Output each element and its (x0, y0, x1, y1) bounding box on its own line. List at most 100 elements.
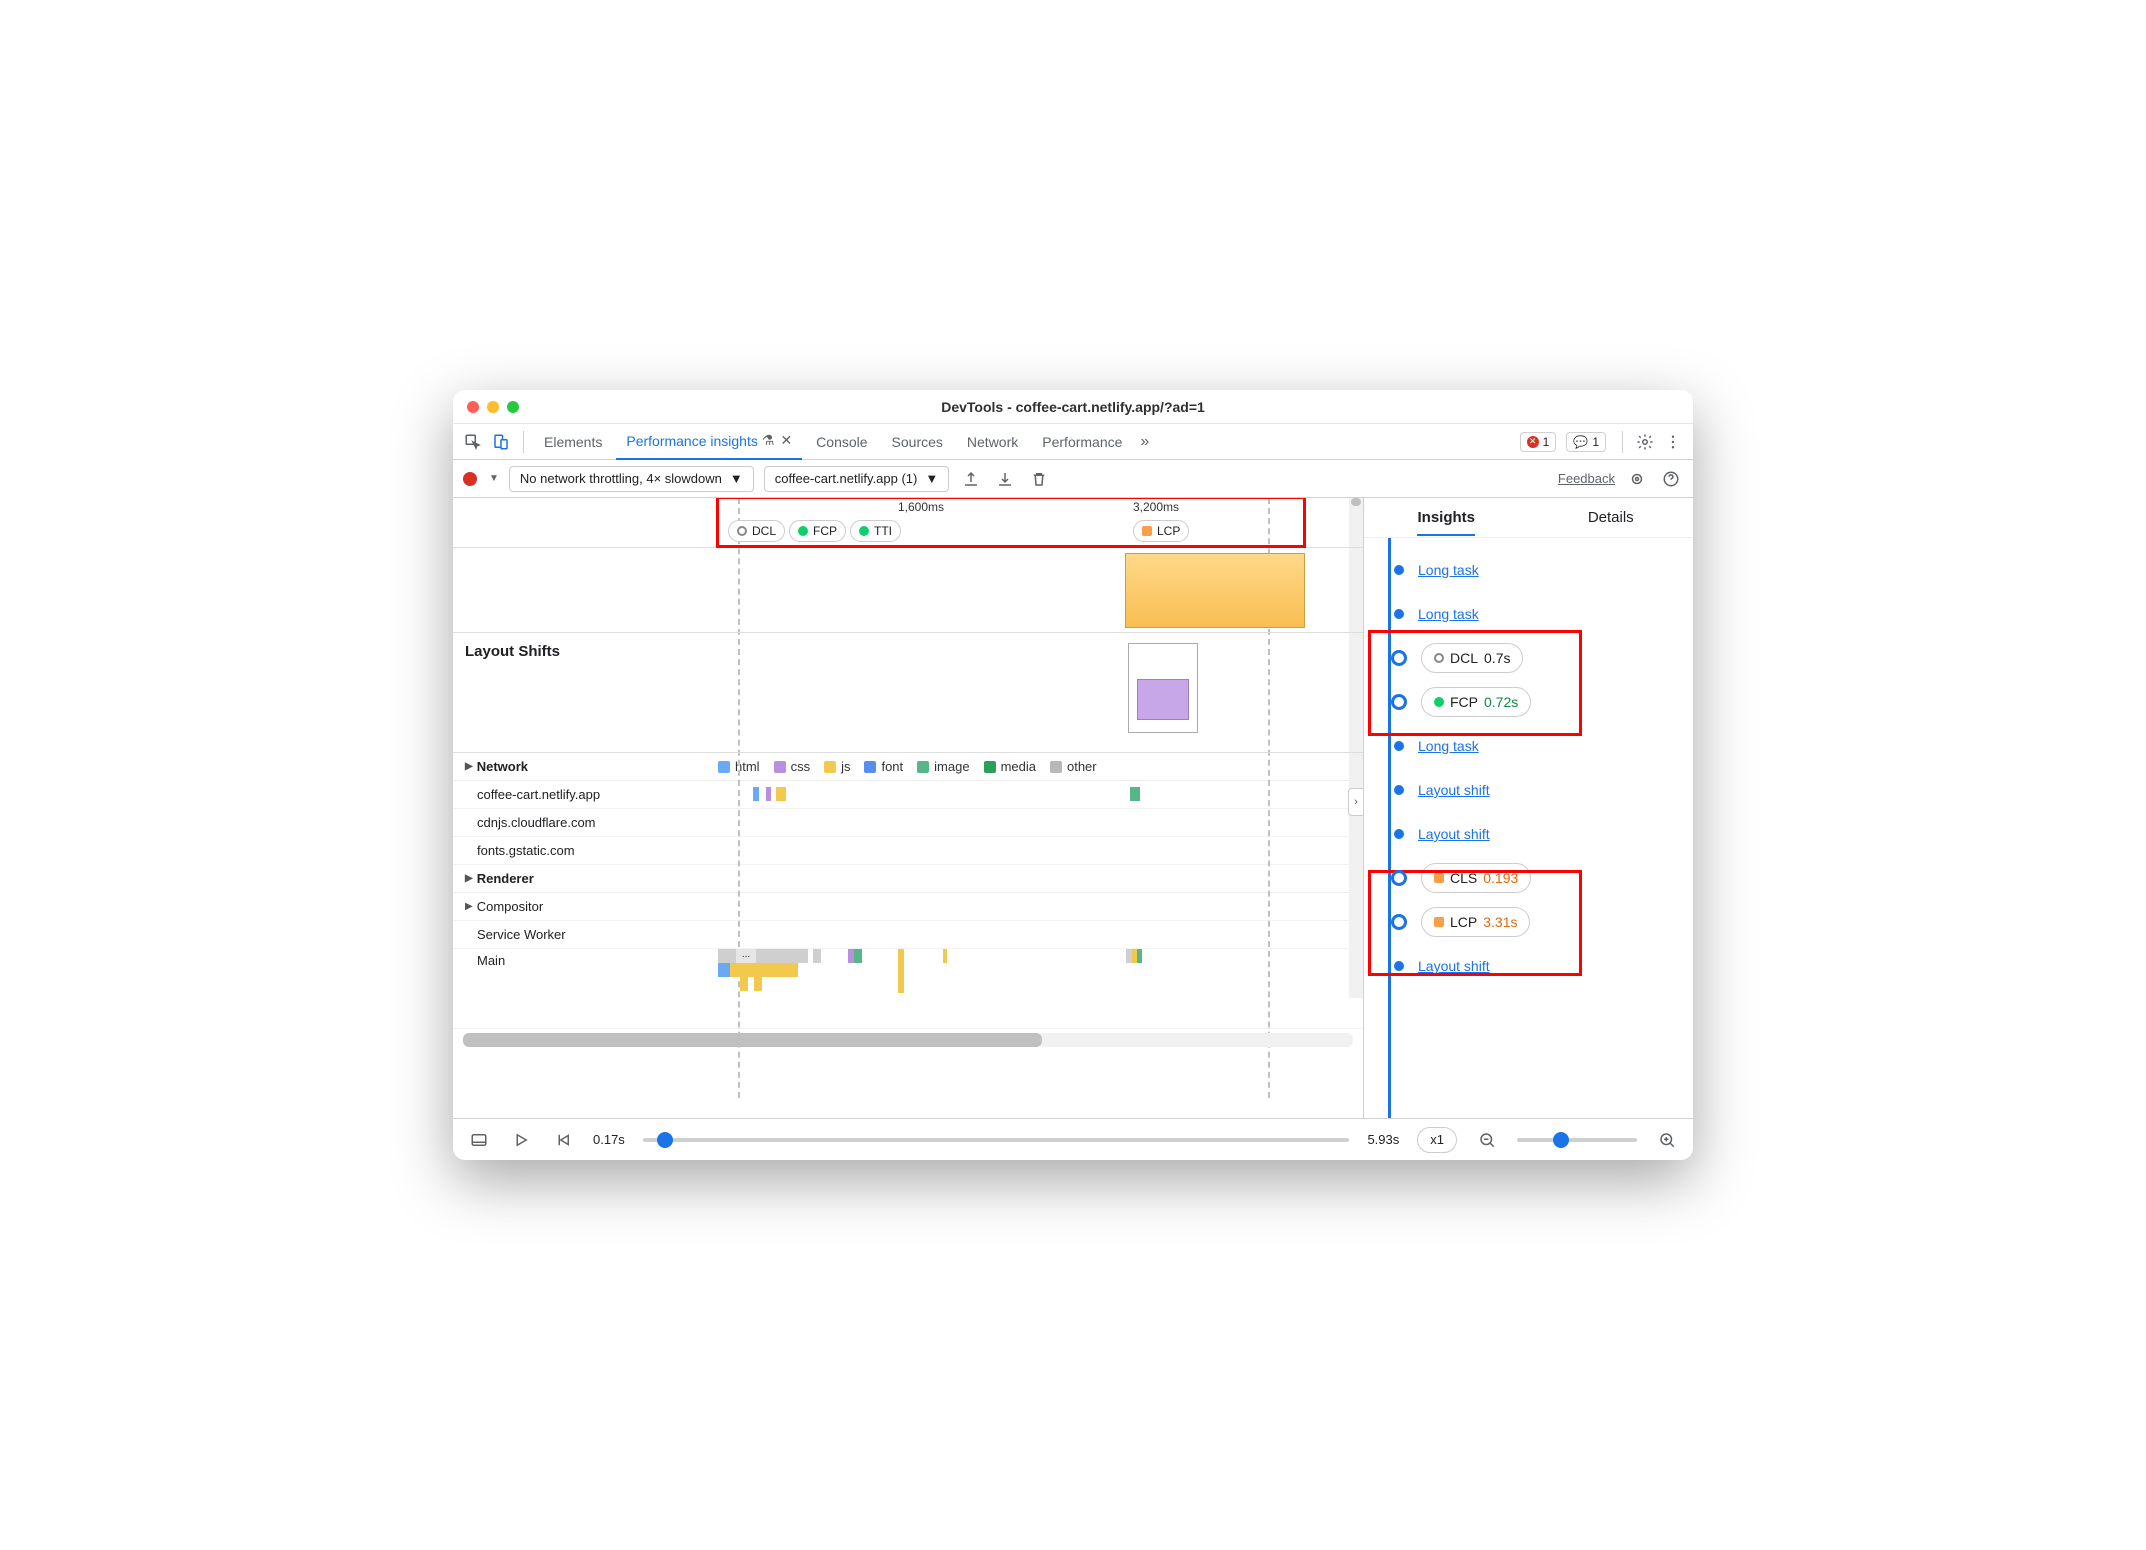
settings-icon[interactable] (1633, 430, 1657, 454)
timeline-marker-chip[interactable]: LCP (1133, 520, 1189, 542)
legend-swatch (864, 761, 876, 773)
import-icon[interactable] (993, 467, 1017, 491)
insight-metric-chip[interactable]: FCP0.72s (1421, 687, 1531, 717)
titlebar: DevTools - coffee-cart.netlify.app/?ad=1 (453, 390, 1693, 424)
timeline-area: 1,600ms 3,200ms DCL FCP TTI LCP (453, 498, 1363, 1118)
disclosure-triangle-icon[interactable]: ▶ (465, 901, 473, 912)
insight-item: LCP3.31s (1374, 900, 1679, 944)
help-icon[interactable] (1659, 467, 1683, 491)
throttling-select[interactable]: No network throttling, 4× slowdown ▼ (509, 466, 754, 492)
inspect-element-icon[interactable] (461, 430, 485, 454)
legend-swatch (917, 761, 929, 773)
screenshot-thumbnail[interactable] (1125, 553, 1305, 628)
section-label-renderer: Renderer (477, 871, 534, 886)
error-icon: ✕ (1527, 436, 1539, 448)
record-options-caret[interactable]: ▼ (489, 473, 499, 484)
timeline-dot-icon (1391, 914, 1407, 930)
tab-console[interactable]: Console (806, 424, 877, 460)
caret-down-icon: ▼ (730, 471, 743, 486)
devtools-window: DevTools - coffee-cart.netlify.app/?ad=1… (453, 390, 1693, 1160)
insight-item: FCP0.72s (1374, 680, 1679, 724)
legend-item: image (917, 759, 969, 774)
playbar-start-time: 0.17s (593, 1132, 625, 1147)
timeline-slider[interactable] (643, 1138, 1350, 1142)
tab-elements[interactable]: Elements (534, 424, 612, 460)
kebab-menu-icon[interactable] (1661, 430, 1685, 454)
insight-link[interactable]: Layout shift (1418, 826, 1490, 842)
device-toolbar-icon[interactable] (489, 430, 513, 454)
renderer-header: ▶ Renderer (453, 865, 1363, 893)
recording-select[interactable]: coffee-cart.netlify.app (1) ▼ (764, 466, 949, 492)
record-button[interactable] (463, 472, 477, 486)
playback-speed-select[interactable]: x1 (1417, 1127, 1457, 1153)
insight-item: CLS0.193 (1374, 856, 1679, 900)
network-header: ▶ Network htmlcssjsfontimagemediaother (453, 753, 1363, 781)
zoom-in-icon[interactable] (1655, 1128, 1679, 1152)
tab-performance-insights[interactable]: Performance insights ⚗ ✕ (616, 424, 802, 460)
sidebar-tab-insights[interactable]: Insights (1364, 498, 1529, 537)
zoom-out-icon[interactable] (1475, 1128, 1499, 1152)
timeline-marker-chip[interactable]: TTI (850, 520, 901, 542)
insight-metric-chip[interactable]: DCL0.7s (1421, 643, 1523, 673)
legend-item: css (774, 759, 811, 774)
rewind-button[interactable] (551, 1128, 575, 1152)
legend-item: font (864, 759, 903, 774)
insight-item: DCL0.7s (1374, 636, 1679, 680)
insight-link[interactable]: Long task (1418, 738, 1479, 754)
timeline-dot-icon (1394, 565, 1404, 575)
layout-shifts-row: Layout Shifts (453, 633, 1363, 753)
network-host-row: fonts.gstatic.com (453, 837, 1363, 865)
feedback-link[interactable]: Feedback (1558, 471, 1615, 486)
tab-performance[interactable]: Performance (1032, 424, 1132, 460)
legend-swatch (1050, 761, 1062, 773)
sidebar-tabs: Insights Details (1364, 498, 1693, 538)
play-button[interactable] (509, 1128, 533, 1152)
export-icon[interactable] (959, 467, 983, 491)
horizontal-scrollbar[interactable] (463, 1033, 1353, 1047)
playbar-end-time: 5.93s (1367, 1132, 1399, 1147)
more-tabs-icon[interactable]: » (1136, 430, 1153, 454)
insight-link[interactable]: Long task (1418, 562, 1479, 578)
window-title: DevTools - coffee-cart.netlify.app/?ad=1 (453, 399, 1693, 415)
insight-link[interactable]: Layout shift (1418, 782, 1490, 798)
insight-link[interactable]: Long task (1418, 606, 1479, 622)
section-label-layout-shifts: Layout Shifts (453, 633, 718, 752)
timeline-dot-icon (1391, 650, 1407, 666)
sidebar-tab-details[interactable]: Details (1529, 498, 1694, 537)
service-worker-row: Service Worker (453, 921, 1363, 949)
network-host-row: cdnjs.cloudflare.com (453, 809, 1363, 837)
insight-item: Layout shift (1374, 944, 1679, 988)
experiment-icon: ⚗ (762, 432, 775, 449)
insight-link[interactable]: Layout shift (1418, 958, 1490, 974)
disclosure-triangle-icon[interactable]: ▶ (465, 761, 473, 772)
insight-item: Layout shift (1374, 812, 1679, 856)
zoom-slider[interactable] (1517, 1138, 1637, 1142)
insight-metric-chip[interactable]: CLS0.193 (1421, 863, 1531, 893)
caret-down-icon: ▼ (925, 471, 938, 486)
messages-badge[interactable]: 💬 1 (1566, 432, 1606, 452)
main-thread-row: Main ... (453, 949, 1363, 1029)
screenshot-strip (453, 548, 1363, 633)
legend-item: other (1050, 759, 1097, 774)
section-label-network: Network (477, 759, 528, 774)
settings-gear-icon[interactable] (1625, 467, 1649, 491)
marker-icon (1434, 917, 1444, 927)
insights-list: Long task Long task DCL0.7s FCP0.72s Long ta… (1364, 538, 1693, 1118)
tab-network[interactable]: Network (957, 424, 1028, 460)
layout-shift-thumbnail[interactable] (1128, 643, 1198, 733)
close-tab-icon[interactable]: ✕ (780, 432, 792, 449)
legend-item: js (824, 759, 850, 774)
toggle-screenshots-icon[interactable] (467, 1128, 491, 1152)
delete-icon[interactable] (1027, 467, 1051, 491)
ruler-tick-label: 3,200ms (1133, 500, 1179, 514)
ruler-tick-label: 1,600ms (898, 500, 944, 514)
expand-sidebar-button[interactable]: › (1348, 788, 1363, 816)
insight-metric-chip[interactable]: LCP3.31s (1421, 907, 1530, 937)
errors-badge[interactable]: ✕ 1 (1520, 432, 1557, 452)
tab-sources[interactable]: Sources (882, 424, 953, 460)
playbar: 0.17s 5.93s x1 (453, 1118, 1693, 1160)
disclosure-triangle-icon[interactable]: ▶ (465, 873, 473, 884)
insights-toolbar: ▼ No network throttling, 4× slowdown ▼ c… (453, 460, 1693, 498)
timeline-marker-chip[interactable]: FCP (789, 520, 846, 542)
timeline-marker-chip[interactable]: DCL (728, 520, 785, 542)
